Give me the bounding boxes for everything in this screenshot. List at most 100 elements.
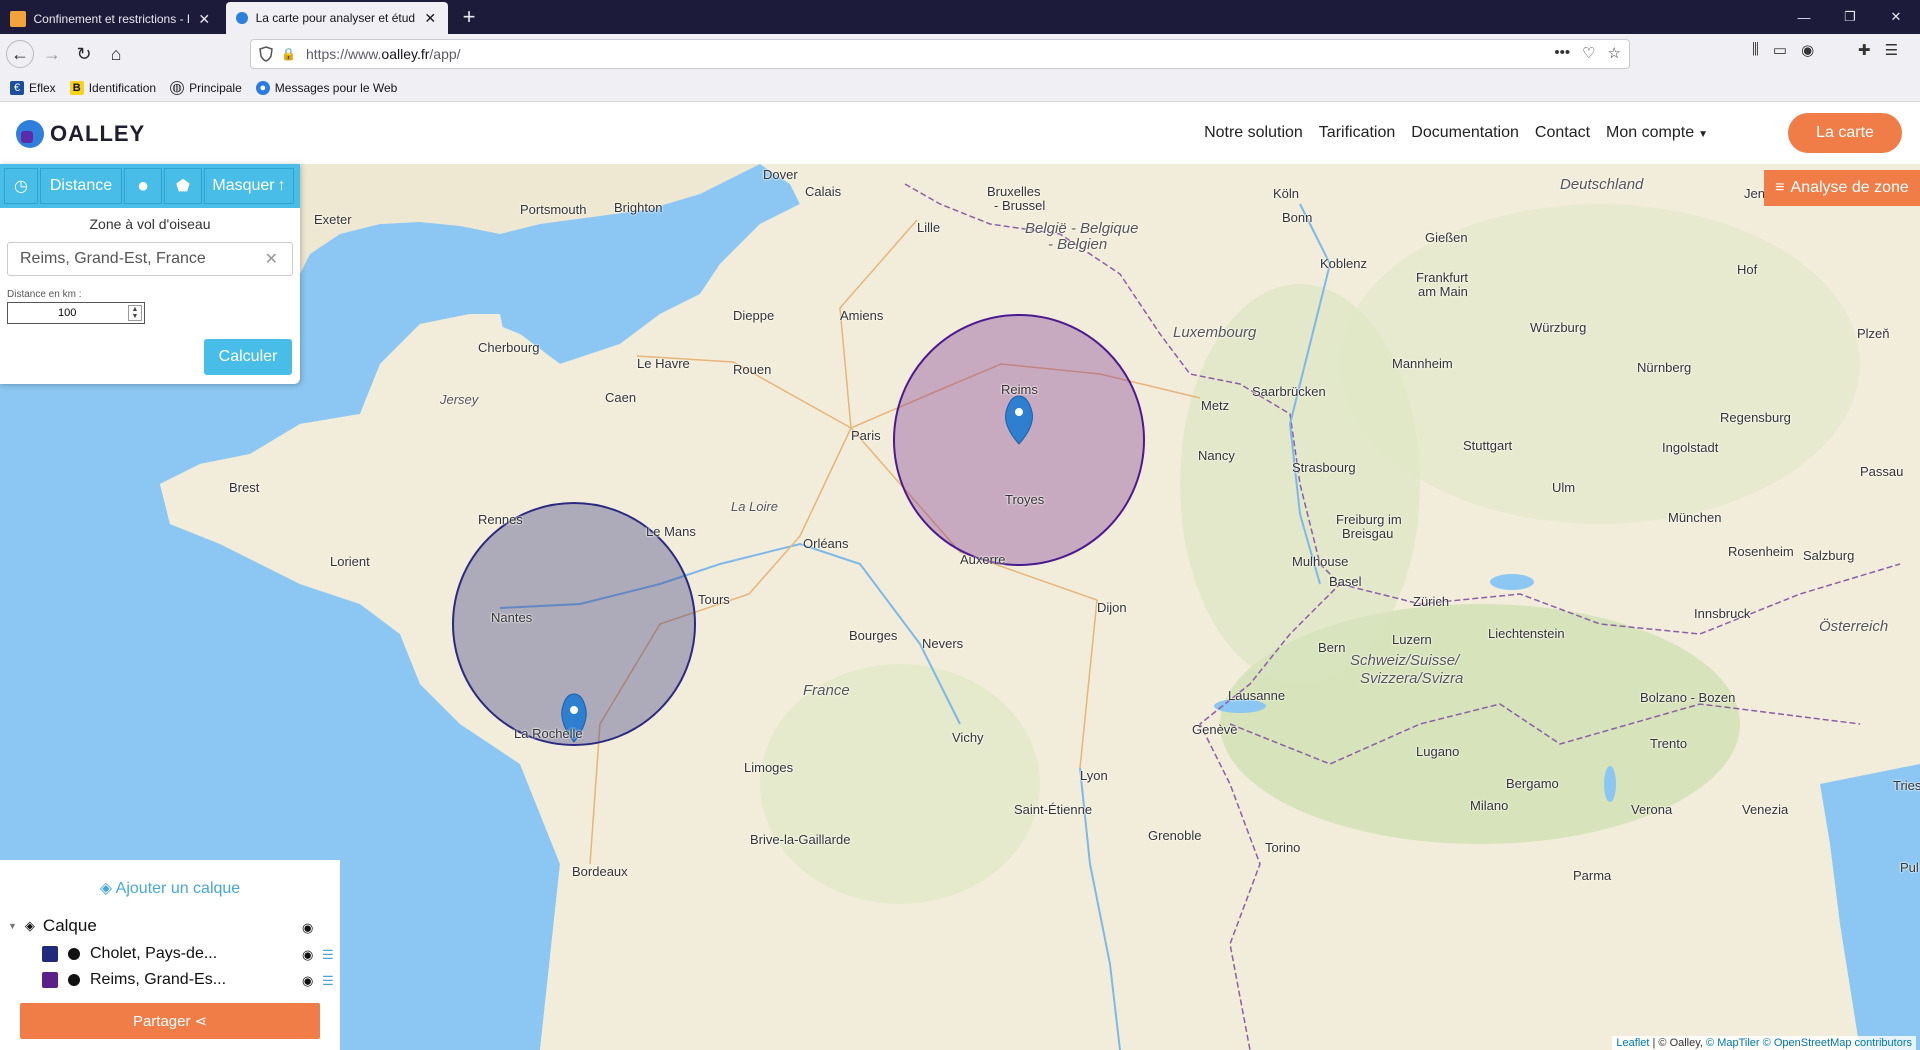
pocket-icon[interactable]: ♡ — [1582, 44, 1595, 62]
layer-color-swatch[interactable] — [42, 972, 58, 988]
minimize-button[interactable]: — — [1781, 0, 1827, 34]
nav-notre-solution[interactable]: Notre solution — [1204, 124, 1303, 142]
tab-confinement[interactable]: Confinement et restrictions - P ✕ — [0, 4, 222, 34]
map-label: München — [1668, 510, 1722, 525]
map-label: Verona — [1631, 802, 1673, 817]
new-tab-button[interactable]: + — [456, 4, 482, 30]
main-nav: Notre solution Tarification Documentatio… — [1204, 124, 1708, 142]
add-layer-button[interactable]: ◈ Ajouter un calque — [0, 878, 340, 898]
osm-link[interactable]: © OpenStreetMap contributors — [1763, 1037, 1912, 1049]
tab-oalley-map[interactable]: La carte pour analyser et étudie ✕ — [226, 2, 448, 34]
map-label: Troyes — [1005, 492, 1045, 507]
map-label: Österreich — [1819, 618, 1889, 635]
collapse-caret-icon[interactable]: ▼ — [8, 921, 17, 931]
account-icon[interactable]: ◉ — [1801, 41, 1814, 59]
page-actions-icon[interactable]: ••• — [1554, 44, 1570, 62]
forward-icon[interactable]: → — [38, 40, 66, 68]
close-tab-icon[interactable]: ✕ — [197, 11, 213, 28]
map-label: Bordeaux — [572, 864, 628, 879]
eye-icon[interactable]: ◉ — [302, 920, 313, 936]
map-label: Saint-Étienne — [1014, 802, 1093, 817]
nav-tarification[interactable]: Tarification — [1319, 124, 1395, 142]
map-label: Dijon — [1097, 600, 1127, 615]
eye-icon[interactable]: ◉ — [302, 973, 313, 989]
eye-icon[interactable]: ◉ — [302, 947, 313, 963]
bookmark-star-icon[interactable]: ☆ — [1608, 44, 1621, 62]
map-label: Rosenheim — [1728, 544, 1794, 559]
map-label: Grenoble — [1148, 828, 1202, 843]
map-label: Lyon — [1080, 768, 1108, 783]
map-label: Tours — [698, 592, 730, 607]
url-bar[interactable]: 🔒 https://www.oalley.fr/app/ ••• ♡ ☆ — [250, 39, 1630, 69]
library-icon[interactable]: ⫼ — [1752, 41, 1759, 59]
map-label: Bergamo — [1506, 776, 1559, 791]
map-label: Jersey — [440, 392, 479, 407]
bookmarks-bar: € Eflex B Identification ◍ Principale ● Mess… — [0, 74, 1920, 102]
circle-tool-icon[interactable]: ● — [124, 168, 162, 204]
map-label: Le Mans — [646, 524, 696, 539]
layer-item[interactable]: Reims, Grand-Es... — [42, 971, 226, 989]
address-input[interactable]: Reims, Grand-Est, France ✕ — [7, 242, 293, 276]
map-label: Deutschland — [1560, 176, 1644, 193]
map-label: Würzburg — [1530, 320, 1587, 335]
layer-menu-icon[interactable]: ☰ — [322, 973, 334, 989]
map-label: Parma — [1573, 868, 1612, 883]
oalley-logo[interactable]: OALLEY — [16, 120, 145, 148]
maptiler-link[interactable]: © MapTiler — [1706, 1037, 1760, 1049]
calculate-button[interactable]: Calculer — [204, 339, 292, 375]
map-label: Auxerre — [960, 552, 1006, 567]
sidebar-icon[interactable]: ▭ — [1773, 41, 1787, 59]
zone-analysis-button[interactable]: ≡ Analyse de zone — [1764, 170, 1920, 206]
layer-menu-icon[interactable]: ☰ — [322, 947, 334, 963]
zone-tool-panel: ◷ Distance ● ⬟ Masquer ↑ Zone à vol d'ois… — [0, 164, 300, 384]
home-icon[interactable]: ⌂ — [102, 40, 130, 68]
back-icon[interactable]: ← — [6, 40, 34, 68]
distance-tab[interactable]: Distance — [40, 168, 122, 204]
browser-nav-bar: ← → ↻ ⌂ 🔒 https://www.oalley.fr/app/ •••… — [0, 34, 1920, 74]
nav-contact[interactable]: Contact — [1535, 124, 1590, 142]
nav-mon-compte[interactable]: Mon compte ▼ — [1606, 124, 1708, 142]
layer-group[interactable]: ▼ ◈ Calque — [8, 916, 97, 936]
map-label: Schweiz/Suisse/ — [1350, 652, 1460, 669]
bookmark-eflex[interactable]: € Eflex — [10, 80, 56, 95]
bookmark-principale[interactable]: ◍ Principale — [170, 80, 242, 95]
nav-documentation[interactable]: Documentation — [1411, 124, 1519, 142]
map-label: Paris — [851, 428, 881, 443]
menu-icon[interactable]: ☰ — [1885, 41, 1898, 59]
maximize-button[interactable]: ❐ — [1827, 0, 1873, 34]
site-header: OALLEY Notre solution Tarification Docum… — [0, 102, 1920, 164]
layer-color-swatch[interactable] — [42, 946, 58, 962]
map-label: Zürich — [1413, 594, 1450, 609]
layers-icon: ◈ — [24, 918, 35, 933]
clock-icon[interactable]: ◷ — [4, 168, 38, 204]
extensions-icon[interactable]: ✚ — [1858, 41, 1871, 59]
close-window-button[interactable]: ✕ — [1873, 0, 1919, 34]
share-button[interactable]: Partager ⋖ — [20, 1003, 320, 1039]
distance-label: Distance en km : — [7, 289, 82, 300]
bookmark-identification[interactable]: B Identification — [69, 80, 156, 95]
spinner-icon[interactable]: ▲ ▼ — [128, 305, 142, 321]
site-favicon-icon — [10, 11, 26, 27]
la-carte-button[interactable]: La carte — [1788, 113, 1902, 153]
close-tab-icon[interactable]: ✕ — [423, 10, 439, 27]
hide-button[interactable]: Masquer ↑ — [204, 168, 294, 204]
tool-toolbar: ◷ Distance ● ⬟ Masquer ↑ — [0, 164, 300, 208]
map-label: La Loire — [731, 499, 778, 514]
map-label: Venezia — [1742, 802, 1789, 817]
map-label: Genève — [1192, 722, 1238, 737]
marker-dot-icon — [68, 948, 80, 960]
map-label: Amiens — [840, 308, 884, 323]
distance-input[interactable]: 100 ▲ ▼ — [7, 302, 145, 324]
layer-item[interactable]: Cholet, Pays-de... — [42, 945, 217, 963]
map-label: Nancy — [1198, 448, 1235, 463]
map-attribution: Leaflet | © Oalley, © MapTiler © OpenStr… — [1612, 1036, 1916, 1050]
map-label: Le Havre — [637, 356, 690, 371]
reload-icon[interactable]: ↻ — [70, 40, 98, 68]
leaflet-link[interactable]: Leaflet — [1616, 1037, 1649, 1049]
map-label: Bonn — [1282, 210, 1313, 225]
bookmark-messages[interactable]: ● Messages pour le Web — [255, 80, 397, 95]
lake-garda — [1604, 766, 1616, 802]
polygon-tool-icon[interactable]: ⬟ — [164, 168, 202, 204]
clear-icon[interactable]: ✕ — [265, 249, 278, 269]
map-label: Nantes — [491, 610, 533, 625]
